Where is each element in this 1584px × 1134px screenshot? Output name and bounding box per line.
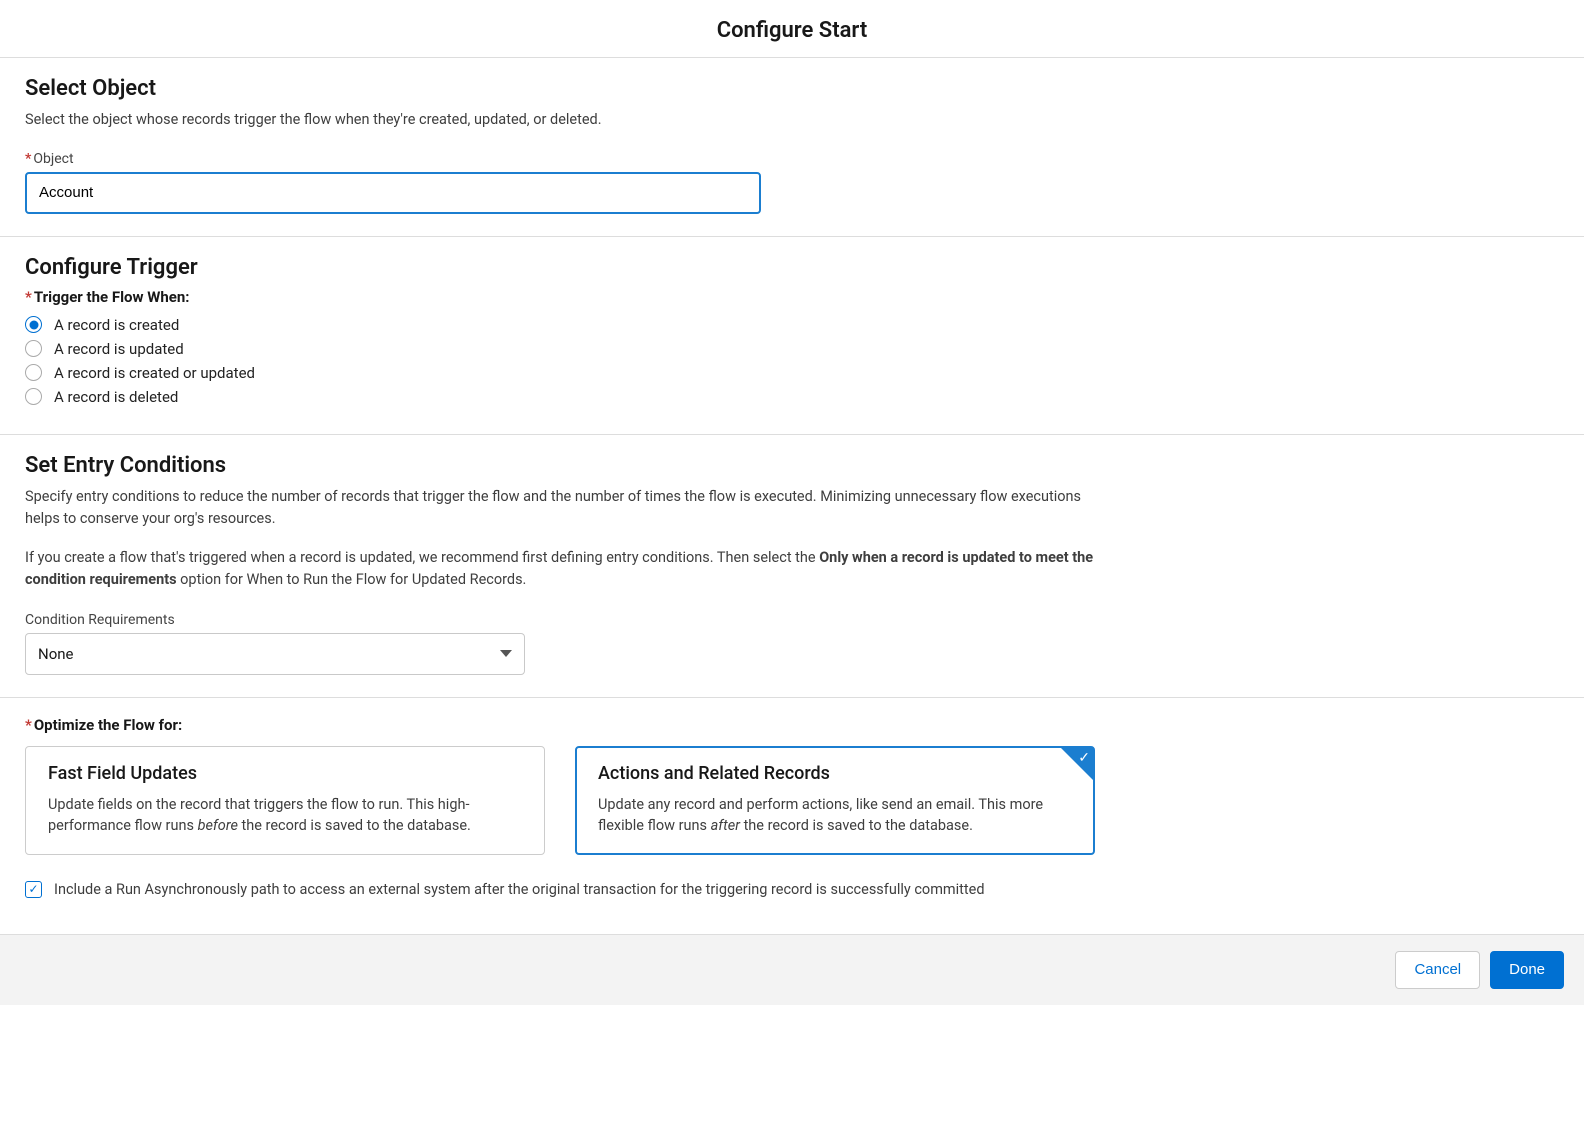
required-asterisk-icon: * [25, 716, 32, 734]
desc-text: option for When to Run the Flow for Upda… [177, 571, 527, 588]
condition-requirements-select[interactable]: None [25, 633, 525, 675]
object-field-label: *Object [25, 151, 1559, 167]
optimize-section: *Optimize the Flow for: Fast Field Updat… [0, 698, 1584, 934]
card-actions-related-records[interactable]: ✓ Actions and Related Records Update any… [575, 746, 1095, 855]
select-object-description: Select the object whose records trigger … [25, 109, 1559, 131]
configure-trigger-section: Configure Trigger *Trigger the Flow When… [0, 237, 1584, 434]
check-icon: ✓ [1078, 750, 1090, 766]
radio-option-created-or-updated[interactable]: A record is created or updated [25, 364, 1559, 382]
entry-conditions-section: Set Entry Conditions Specify entry condi… [0, 435, 1584, 697]
radio-label: A record is updated [54, 340, 184, 358]
optimize-label-text: Optimize the Flow for: [34, 716, 182, 734]
radio-icon [25, 340, 42, 357]
radio-option-updated[interactable]: A record is updated [25, 340, 1559, 358]
done-button[interactable]: Done [1490, 951, 1564, 989]
select-object-title: Select Object [25, 76, 1559, 101]
radio-label: A record is created [54, 316, 179, 334]
required-asterisk-icon: * [25, 288, 32, 306]
object-input[interactable] [25, 172, 761, 214]
radio-label: A record is created or updated [54, 364, 255, 382]
checkbox-icon: ✓ [25, 881, 42, 898]
card-desc: Update any record and perform actions, l… [598, 794, 1072, 836]
radio-icon [25, 388, 42, 405]
cancel-button[interactable]: Cancel [1395, 951, 1480, 989]
select-value: None [38, 645, 74, 663]
card-desc-italic: after [711, 817, 740, 834]
chevron-down-icon [500, 650, 512, 657]
radio-icon [25, 364, 42, 381]
optimize-label: *Optimize the Flow for: [25, 716, 1559, 734]
required-asterisk-icon: * [25, 151, 31, 167]
optimize-cards-row: Fast Field Updates Update fields on the … [25, 746, 1559, 855]
card-fast-field-updates[interactable]: Fast Field Updates Update fields on the … [25, 746, 545, 855]
card-desc-italic: before [198, 817, 238, 834]
page-title: Configure Start [0, 0, 1584, 57]
trigger-when-text: Trigger the Flow When: [34, 288, 190, 306]
entry-conditions-desc2: If you create a flow that's triggered wh… [25, 547, 1115, 592]
entry-conditions-title: Set Entry Conditions [25, 453, 1559, 478]
async-checkbox-label: Include a Run Asynchronously path to acc… [54, 881, 985, 898]
footer: Cancel Done [0, 934, 1584, 1005]
trigger-when-label: *Trigger the Flow When: [25, 288, 1559, 306]
card-title: Actions and Related Records [598, 763, 1072, 784]
entry-conditions-desc1: Specify entry conditions to reduce the n… [25, 486, 1115, 531]
desc-text: If you create a flow that's triggered wh… [25, 549, 819, 566]
radio-option-created[interactable]: A record is created [25, 316, 1559, 334]
card-desc: Update fields on the record that trigger… [48, 794, 522, 836]
async-checkbox-row[interactable]: ✓ Include a Run Asynchronously path to a… [25, 875, 1559, 912]
card-desc-text: the record is saved to the database. [740, 817, 973, 834]
radio-label: A record is deleted [54, 388, 178, 406]
card-desc-text: the record is saved to the database. [238, 817, 471, 834]
select-object-section: Select Object Select the object whose re… [0, 58, 1584, 236]
radio-option-deleted[interactable]: A record is deleted [25, 388, 1559, 406]
condition-requirements-label: Condition Requirements [25, 612, 1559, 628]
card-title: Fast Field Updates [48, 763, 522, 784]
configure-trigger-title: Configure Trigger [25, 255, 1559, 280]
radio-icon [25, 316, 42, 333]
object-label-text: Object [33, 151, 73, 167]
